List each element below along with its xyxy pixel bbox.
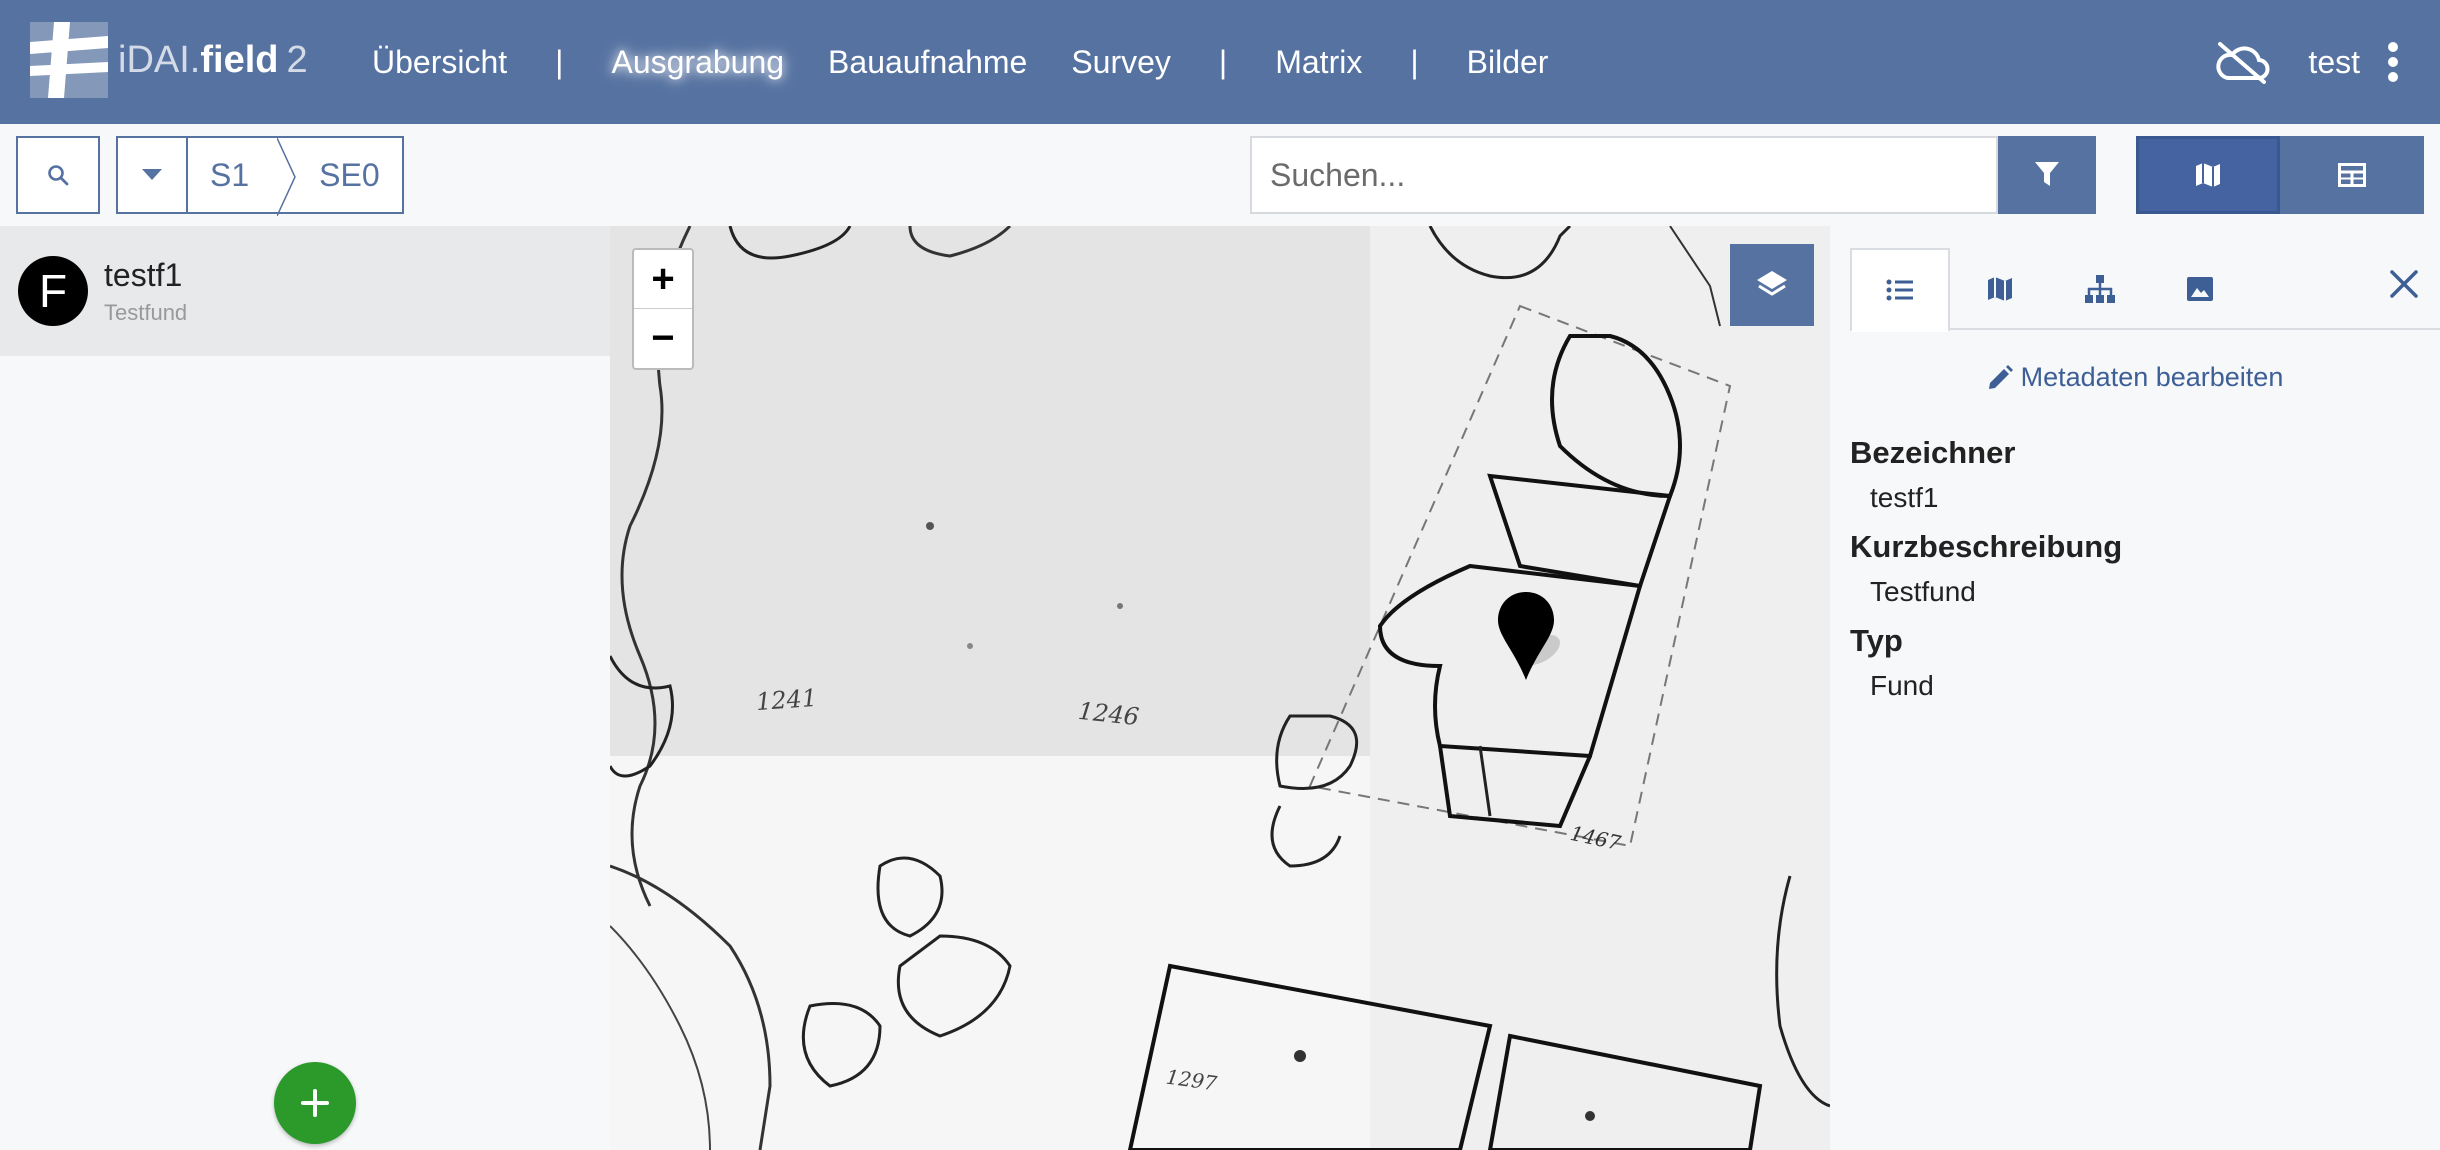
logo-version: 2 xyxy=(286,38,308,81)
layers-button[interactable] xyxy=(1730,244,1814,326)
field-label-bezeichner: Bezeichner xyxy=(1850,435,2016,470)
filter-button[interactable] xyxy=(1998,136,2096,214)
resource-list: F testf1 Testfund xyxy=(0,226,610,1150)
app-logo[interactable]: iDAI.field 2 xyxy=(30,22,308,98)
tab-hierarchy[interactable] xyxy=(2050,248,2150,330)
tab-images[interactable] xyxy=(2150,248,2250,330)
close-icon xyxy=(2390,270,2418,298)
edit-metadata-label: Metadaten bearbeiten xyxy=(2020,362,2284,392)
resource-type-avatar: F xyxy=(18,256,88,326)
table-icon xyxy=(2338,163,2366,187)
search-input[interactable] xyxy=(1270,156,1978,194)
nav-item-bauaufnahme[interactable]: Bauaufnahme xyxy=(806,44,1049,81)
field-label-kurzbeschreibung: Kurzbeschreibung xyxy=(1850,529,2123,564)
caret-down-icon xyxy=(142,169,162,180)
list-item[interactable]: F testf1 Testfund xyxy=(0,226,610,356)
hierarchy-icon xyxy=(2085,275,2115,303)
nav-separator: | xyxy=(555,43,564,80)
list-item-subtitle: Testfund xyxy=(104,299,188,325)
view-mode-toggle xyxy=(2136,136,2424,214)
cloud-off-icon[interactable] xyxy=(2214,40,2270,84)
logo-prefix: iDAI. xyxy=(118,38,201,81)
logo-mark-icon xyxy=(30,22,108,98)
breadcrumb-item-se0[interactable]: SE0 xyxy=(297,138,401,212)
more-vertical-icon[interactable] xyxy=(2386,41,2400,83)
zoom-control: + − xyxy=(632,248,694,370)
field-value-bezeichner: testf1 xyxy=(1870,482,1939,513)
table-view-button[interactable] xyxy=(2280,136,2424,214)
map-marker-icon[interactable] xyxy=(1496,592,1576,688)
nav-item-bilder[interactable]: Bilder xyxy=(1445,44,1571,81)
top-navbar: iDAI.field 2 Übersicht | Ausgrabung Bauau… xyxy=(0,0,2440,124)
map-view-button[interactable] xyxy=(2136,136,2280,214)
field-value-typ: Fund xyxy=(1870,670,1934,701)
pencil-icon xyxy=(1988,364,2013,389)
metadata-fields: Bezeichner testf1 Kurzbeschreibung Testf… xyxy=(1850,430,2122,712)
breadcrumb-dropdown-button[interactable] xyxy=(118,138,188,212)
breadcrumb: S1 SE0 xyxy=(116,136,404,216)
edit-metadata-link[interactable]: Metadaten bearbeiten xyxy=(1830,362,2440,393)
search-icon xyxy=(48,165,69,186)
plan-label: 1241 xyxy=(755,683,818,717)
main-nav: Übersicht | Ausgrabung Bauaufnahme Surve… xyxy=(350,0,1570,124)
close-sidebar-button[interactable] xyxy=(2384,264,2424,304)
search-mode-button[interactable] xyxy=(16,136,100,214)
nav-item-uebersicht[interactable]: Übersicht xyxy=(350,44,529,81)
image-icon xyxy=(2187,277,2213,301)
plus-icon xyxy=(301,1089,329,1117)
list-icon xyxy=(1886,279,1913,301)
field-label-typ: Typ xyxy=(1850,623,1903,658)
nav-item-matrix[interactable]: Matrix xyxy=(1253,44,1384,81)
detail-sidebar: Metadaten bearbeiten Bezeichner testf1 K… xyxy=(1830,226,2440,1150)
tab-geometry[interactable] xyxy=(1950,248,2050,330)
breadcrumb-chevron-icon xyxy=(277,138,296,216)
nav-separator: | xyxy=(1218,43,1228,80)
list-item-title: testf1 xyxy=(104,256,183,293)
search-field[interactable] xyxy=(1250,136,1998,214)
add-resource-button[interactable] xyxy=(274,1062,356,1144)
map-icon xyxy=(2196,163,2220,187)
map-icon xyxy=(1988,277,2012,301)
layers-icon xyxy=(1757,271,1787,296)
nav-item-survey[interactable]: Survey xyxy=(1049,44,1193,81)
logo-name: field xyxy=(200,38,279,81)
nav-separator: | xyxy=(1410,43,1419,80)
field-value-kurzbeschreibung: Testfund xyxy=(1870,576,1976,607)
zoom-out-button[interactable]: − xyxy=(634,309,692,368)
list-item-text: testf1 Testfund xyxy=(104,257,187,326)
breadcrumb-label: S1 xyxy=(210,156,250,193)
breadcrumb-item-s1[interactable]: S1 xyxy=(188,138,277,212)
breadcrumb-label: SE0 xyxy=(319,156,380,193)
user-name[interactable]: test xyxy=(2308,44,2360,81)
zoom-in-button[interactable]: + xyxy=(634,250,692,309)
toolbar: S1 SE0 xyxy=(0,124,2440,226)
map-view[interactable]: 1241 1246 1467 1297 + − xyxy=(610,226,1830,1150)
nav-right: test xyxy=(2214,0,2400,124)
tab-fields[interactable] xyxy=(1850,248,1950,332)
filter-icon xyxy=(2035,162,2059,186)
sidebar-tabs xyxy=(1850,248,2440,332)
logo-text: iDAI.field 2 xyxy=(118,39,308,82)
nav-item-ausgrabung[interactable]: Ausgrabung xyxy=(589,44,806,81)
